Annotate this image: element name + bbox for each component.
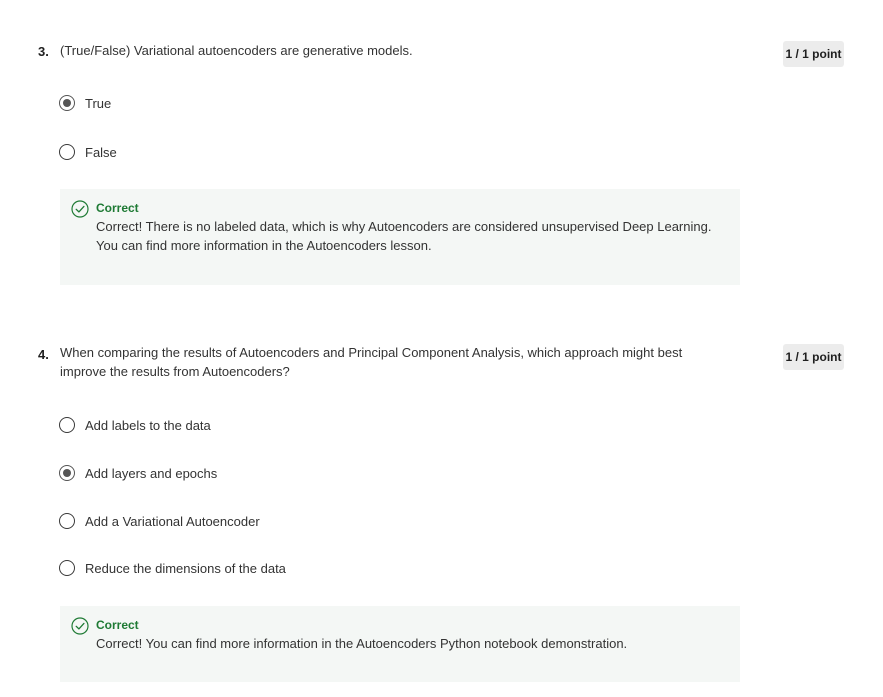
option-true[interactable]: True	[59, 93, 111, 113]
feedback-title: Correct	[96, 201, 139, 215]
check-circle-icon	[71, 200, 89, 218]
radio-button-icon[interactable]	[59, 513, 75, 529]
radio-button-icon[interactable]	[59, 144, 75, 160]
option-false[interactable]: False	[59, 142, 117, 162]
feedback-title: Correct	[96, 618, 139, 632]
option-add-layers[interactable]: Add layers and epochs	[59, 463, 217, 483]
option-label: Add layers and epochs	[85, 465, 218, 481]
points-badge: 1 / 1 point	[783, 41, 844, 67]
option-add-vae[interactable]: Add a Variational Autoencoder	[59, 511, 260, 531]
points-badge: 1 / 1 point	[783, 344, 844, 370]
option-label: True	[85, 95, 112, 111]
option-label: False	[85, 144, 117, 160]
radio-button-selected-icon[interactable]	[59, 465, 75, 481]
question-number: 3.	[38, 44, 49, 59]
feedback-box: Correct Correct! You can find more infor…	[60, 606, 740, 682]
radio-button-icon[interactable]	[59, 417, 75, 433]
question-text: When comparing the results of Autoencode…	[60, 345, 683, 379]
option-label: Reduce the dimensions of the data	[85, 560, 286, 576]
check-circle-icon	[71, 617, 89, 635]
radio-button-selected-icon[interactable]	[59, 95, 75, 111]
option-label: Add labels to the data	[85, 417, 211, 433]
option-label: Add a Variational Autoencoder	[85, 513, 260, 529]
question-number: 4.	[38, 347, 49, 362]
question-text: (True/False) Variational autoencoders ar…	[60, 43, 413, 58]
radio-button-icon[interactable]	[59, 560, 75, 576]
feedback-body: Correct! There is no labeled data, which…	[96, 219, 712, 253]
option-add-labels[interactable]: Add labels to the data	[59, 415, 211, 435]
option-reduce-dimensions[interactable]: Reduce the dimensions of the data	[59, 558, 286, 578]
feedback-box: Correct Correct! There is no labeled dat…	[60, 189, 740, 285]
feedback-body: Correct! You can find more information i…	[96, 636, 628, 651]
